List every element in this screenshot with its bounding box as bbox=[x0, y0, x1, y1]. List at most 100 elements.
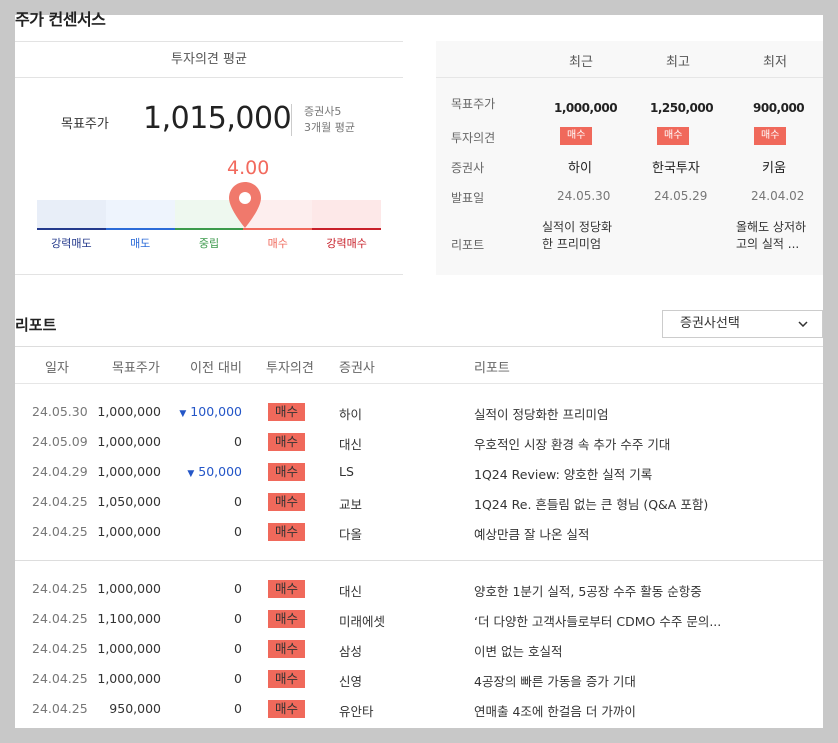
row-diff-value: 0 bbox=[234, 581, 242, 596]
gauge-label: 매수 bbox=[267, 237, 288, 250]
row-target-price: 1,000,000 bbox=[97, 641, 161, 656]
row-date: 24.04.25 bbox=[32, 581, 88, 596]
th-diff: 이전 대비 bbox=[190, 361, 242, 376]
row-date: 24.05.09 bbox=[32, 434, 88, 449]
gauge-label: 강력매수 bbox=[326, 237, 367, 250]
row-target-price: 1,000,000 bbox=[97, 464, 161, 479]
row-diff-value: 100,000 bbox=[190, 404, 242, 419]
lowest-report-link[interactable]: 올해도 상저하 고의 실적 ... bbox=[736, 219, 806, 253]
row-diff: 0 bbox=[234, 434, 242, 449]
row-opinion-badge: 매수 bbox=[268, 640, 306, 658]
meta-brokers: 증권사5 bbox=[304, 105, 342, 118]
row-broker: 다올 bbox=[339, 527, 363, 542]
lowest-date: 24.04.02 bbox=[751, 189, 805, 203]
row-report-link[interactable]: 이변 없는 호실적 bbox=[474, 641, 562, 660]
row-target-price: 1,000,000 bbox=[97, 581, 161, 596]
row-report-link[interactable]: 양호한 1분기 실적, 5공장 수주 활동 순항중 bbox=[474, 581, 702, 600]
row-report-link[interactable]: ‘더 다양한 고객사들로부터 CDMO 수주 문의... bbox=[474, 611, 721, 630]
page-title: 주가 컨센서스 bbox=[15, 10, 106, 29]
broker-select[interactable]: 증권사선택 bbox=[662, 310, 823, 338]
consensus-table-header: 최근 최고 최저 bbox=[436, 41, 823, 78]
row-date: 24.04.29 bbox=[32, 464, 88, 479]
table-row[interactable]: 24.04.25 1,000,000 0 매수 대신 양호한 1분기 실적, 5공장 수주… bbox=[15, 574, 823, 604]
row-report-link[interactable]: 4공장의 빠른 가동을 증가 기대 bbox=[474, 671, 636, 690]
row-opinion-badge: 매수 bbox=[268, 580, 306, 598]
row-broker: LS bbox=[339, 464, 354, 479]
row-label-broker: 증권사 bbox=[451, 161, 485, 175]
row-target-price: 1,000,000 bbox=[97, 671, 161, 686]
gauge-segment-bar bbox=[105, 228, 175, 230]
table-row[interactable]: 24.04.25 1,000,000 0 매수 다올 예상만큼 잘 나온 실적 bbox=[15, 517, 823, 547]
col-lowest: 최저 bbox=[763, 55, 787, 70]
table-row[interactable]: 24.04.25 1,050,000 0 매수 교보 1Q24 Re. 흔들림 없는 큰 … bbox=[15, 487, 823, 517]
col-highest: 최고 bbox=[666, 55, 690, 70]
row-report-link[interactable]: 실적이 정당화한 프리미엄 bbox=[474, 404, 608, 423]
row-diff: ▼ 100,000 bbox=[179, 404, 242, 419]
gauge-label: 매도 bbox=[130, 237, 151, 250]
row-diff-value: 50,000 bbox=[198, 464, 242, 479]
table-row[interactable]: 24.04.25 1,000,000 0 매수 삼성 이변 없는 호실적 bbox=[15, 634, 823, 664]
row-report-link[interactable]: 예상만큼 잘 나온 실적 bbox=[474, 524, 589, 543]
gauge-segment-bar bbox=[312, 228, 381, 230]
row-diff: ▼ 50,000 bbox=[187, 464, 242, 479]
row-diff: 0 bbox=[234, 524, 242, 539]
latest-report-line1: 실적이 정당화 bbox=[542, 220, 613, 234]
row-report-link[interactable]: 우호적인 시장 환경 속 추가 수주 기대 bbox=[474, 434, 670, 453]
divider bbox=[15, 274, 403, 275]
row-diff: 0 bbox=[234, 611, 242, 626]
row-opinion-badge: 매수 bbox=[268, 403, 306, 421]
gauge-label: 강력매도 bbox=[51, 237, 92, 250]
table-row[interactable]: 24.04.25 1,100,000 0 매수 미래에셋 ‘더 다양한 고객사들로부터 C… bbox=[15, 604, 823, 634]
row-broker: 신영 bbox=[339, 674, 363, 689]
row-diff-value: 0 bbox=[234, 611, 242, 626]
row-diff-value: 0 bbox=[234, 641, 242, 656]
row-diff-value: 0 bbox=[234, 701, 242, 716]
reports-title: 리포트 bbox=[15, 316, 57, 334]
latest-report-line2: 한 프리미엄 bbox=[542, 237, 602, 251]
row-date: 24.04.25 bbox=[32, 641, 88, 656]
target-price-meta: 증권사5 3개월 평균 bbox=[291, 104, 355, 136]
lowest-target: 900,000 bbox=[753, 101, 805, 115]
row-diff: 0 bbox=[234, 671, 242, 686]
latest-report-link[interactable]: 실적이 정당화 한 프리미엄 bbox=[542, 219, 612, 253]
row-report-link[interactable]: 1Q24 Re. 흔들림 없는 큰 형님 (Q&A 포함) bbox=[474, 494, 708, 513]
table-row[interactable]: 24.04.29 1,000,000 ▼ 50,000 매수 LS 1Q24 Review:… bbox=[15, 457, 823, 487]
row-target-price: 1,000,000 bbox=[97, 404, 161, 419]
opinion-score: 4.00 bbox=[227, 157, 270, 179]
th-report: 리포트 bbox=[474, 361, 510, 376]
gauge-segment bbox=[105, 200, 175, 230]
row-opinion-badge: 매수 bbox=[268, 670, 306, 688]
th-broker: 증권사 bbox=[339, 361, 375, 376]
reports-table-header: 일자 목표주가 이전 대비 투자의견 증권사 리포트 bbox=[15, 346, 823, 384]
row-broker: 유안타 bbox=[339, 704, 374, 719]
table-row[interactable]: 24.04.25 950,000 0 매수 유안타 연매출 4조에 한걸음 더 가까이 bbox=[15, 694, 823, 724]
row-report-link[interactable]: 연매출 4조에 한걸음 더 가까이 bbox=[474, 701, 636, 720]
row-report-link[interactable]: 1Q24 Review: 양호한 실적 기록 bbox=[474, 464, 652, 483]
meta-period: 3개월 평균 bbox=[304, 121, 355, 134]
row-broker: 하이 bbox=[339, 407, 363, 422]
row-date: 24.04.25 bbox=[32, 494, 88, 509]
highest-date: 24.05.29 bbox=[654, 189, 708, 203]
row-diff-value: 0 bbox=[234, 671, 242, 686]
table-row[interactable]: 24.05.09 1,000,000 0 매수 대신 우호적인 시장 환경 속 추가 수주… bbox=[15, 427, 823, 457]
table-row[interactable]: 24.05.30 1,000,000 ▼ 100,000 매수 하이 실적이 정당화한 프리… bbox=[15, 397, 823, 427]
opinion-gauge bbox=[37, 200, 381, 230]
table-row[interactable]: 24.04.25 1,000,000 0 매수 신영 4공장의 빠른 가동을 증가 기대 bbox=[15, 664, 823, 694]
row-label-date: 발표일 bbox=[451, 191, 485, 205]
gauge-segment bbox=[37, 200, 106, 230]
triangle-down-icon: ▼ bbox=[179, 409, 187, 419]
row-diff-value: 0 bbox=[234, 494, 242, 509]
latest-broker: 하이 bbox=[568, 161, 592, 176]
row-target-price: 950,000 bbox=[109, 701, 161, 716]
row-broker: 삼성 bbox=[339, 644, 363, 659]
row-opinion-badge: 매수 bbox=[268, 493, 306, 511]
gauge-labels: 강력매도 매도 중립 매수 강력매수 bbox=[37, 235, 381, 251]
row-broker: 대신 bbox=[339, 584, 363, 599]
th-target: 목표주가 bbox=[112, 361, 160, 376]
gauge-segment-bar bbox=[37, 228, 106, 230]
target-price-label: 목표주가 bbox=[61, 117, 109, 132]
row-diff-value: 0 bbox=[234, 524, 242, 539]
row-target-price: 1,000,000 bbox=[97, 524, 161, 539]
row-diff: 0 bbox=[234, 701, 242, 716]
consensus-table: 최근 최고 최저 목표주가 투자의견 증권사 발표일 리포트 1,000,000… bbox=[436, 41, 823, 275]
